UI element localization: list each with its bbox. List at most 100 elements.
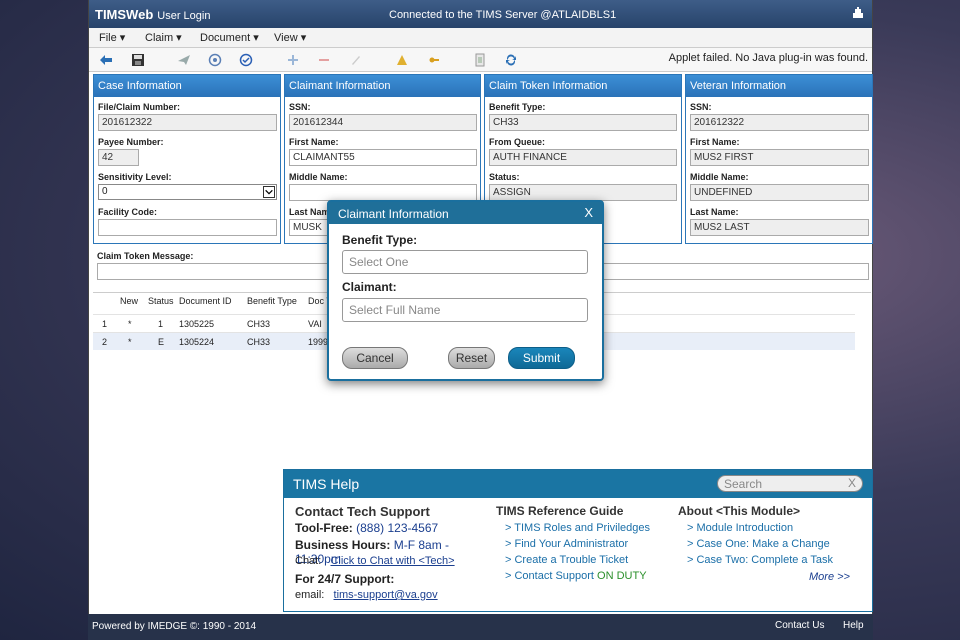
benefit-type-field[interactable]: CH33 (489, 114, 677, 131)
powered-by: Powered by IMEDGE ©: 1990 - 2014 (92, 621, 257, 632)
facility-field[interactable] (98, 219, 277, 236)
close-icon[interactable]: X (584, 205, 593, 220)
chevron-down-icon[interactable] (263, 186, 275, 198)
hours-label: Business Hours: (295, 538, 391, 552)
edit-icon[interactable] (349, 53, 363, 67)
server-status: Connected to the TIMS Server @ATLAIDBLS1 (389, 9, 617, 21)
submit-button[interactable]: Submit (508, 347, 575, 369)
claimant-select[interactable]: Select Full Name (342, 298, 588, 322)
payee-field[interactable]: 42 (98, 149, 139, 166)
veteran-ssn-field[interactable]: 201612322 (690, 114, 869, 131)
sensitivity-label: Sensitivity Level: (98, 172, 172, 182)
add-icon[interactable] (286, 53, 300, 67)
row-new: * (128, 337, 132, 347)
veteran-middle-name-field[interactable]: UNDEFINED (690, 184, 869, 201)
row-number: 2 (102, 337, 108, 347)
payee-label: Payee Number: (98, 137, 164, 147)
more-link[interactable]: More >> (809, 571, 850, 583)
file-claim-field[interactable]: 201612322 (98, 114, 277, 131)
app-brand: TIMSWeb User Login (95, 7, 210, 22)
search-placeholder: Search (724, 477, 763, 491)
remove-icon[interactable] (317, 53, 331, 67)
sync-icon[interactable] (504, 53, 518, 67)
sensitivity-select[interactable]: 0 (98, 184, 277, 200)
link-trouble-ticket[interactable]: > Create a Trouble Ticket (505, 554, 676, 570)
link-module-introduction[interactable]: > Module Introduction (687, 522, 868, 538)
middle-name-label: Middle Name: (690, 172, 749, 182)
contact-us-link[interactable]: Contact Us (775, 620, 824, 631)
back-arrow-icon[interactable] (99, 53, 113, 67)
server-icon[interactable] (852, 7, 864, 19)
claimant-first-name-field[interactable]: CLAIMANT55 (289, 149, 477, 166)
facility-label: Facility Code: (98, 207, 158, 217)
link-administrator[interactable]: > Find Your Administrator (505, 538, 676, 554)
reset-button[interactable]: Reset (448, 347, 495, 369)
link-contact-support[interactable]: > Contact Support (505, 570, 594, 582)
file-claim-label: File/Claim Number: (98, 102, 181, 112)
panel-title: Case Information (94, 75, 280, 97)
case-information-panel: Case Information File/Claim Number: 2016… (93, 74, 281, 244)
row-new: * (128, 319, 132, 329)
cancel-button[interactable]: Cancel (342, 347, 408, 369)
key-icon[interactable] (427, 53, 441, 67)
document-icon[interactable] (473, 53, 487, 67)
sensitivity-value: 0 (102, 186, 108, 197)
veteran-information-panel: Veteran Information SSN: 201612322 First… (685, 74, 873, 244)
row-number: 1 (102, 319, 108, 329)
claimant-middle-name-field[interactable] (289, 184, 477, 201)
link-case-one[interactable]: > Case One: Make a Change (687, 538, 868, 554)
contact-heading: Contact Tech Support (295, 504, 430, 519)
benefit-type-select[interactable]: Select One (342, 250, 588, 274)
menu-document[interactable]: Document ▾ (200, 31, 259, 44)
status-field[interactable]: ASSIGN (489, 184, 677, 201)
email-link[interactable]: tims-support@va.gov (334, 589, 438, 601)
claimant-label: Claimant: (342, 280, 397, 294)
tollfree-label: Tool-Free: (295, 521, 353, 535)
send-icon[interactable] (177, 53, 191, 67)
footer: Powered by IMEDGE ©: 1990 - 2014 Contact… (88, 614, 873, 640)
veteran-last-name-field[interactable]: MUS2 LAST (690, 219, 869, 236)
menu-claim[interactable]: Claim ▾ (145, 31, 182, 44)
from-queue-label: From Queue: (489, 137, 546, 147)
toolbar: Applet failed. No Java plug-in was found… (89, 48, 872, 72)
menu-view[interactable]: View ▾ (274, 31, 306, 44)
refresh-circle-icon[interactable] (208, 53, 222, 67)
claim-token-message-label: Claim Token Message: (97, 251, 194, 261)
brand-name: TIMSWeb (95, 7, 154, 22)
title-bar: TIMSWeb User Login Connected to the TIMS … (89, 0, 872, 28)
chat-link[interactable]: Click to Chat with <Tech> (330, 555, 454, 567)
benefit-type-label: Benefit Type: (342, 233, 418, 247)
clear-search-icon[interactable]: X (848, 476, 856, 490)
veteran-first-name-field[interactable]: MUS2 FIRST (690, 149, 869, 166)
claimant-information-dialog: Claimant Information X Benefit Type: Sel… (327, 200, 604, 381)
column-header-document-id[interactable]: Document ID (179, 296, 232, 306)
column-header-benefit-type[interactable]: Benefit Type (247, 296, 297, 306)
first-name-label: First Name: (289, 137, 339, 147)
ssn-label: SSN: (690, 102, 712, 112)
column-header-status[interactable]: Status (148, 296, 174, 306)
column-header-new[interactable]: New (120, 296, 138, 306)
link-roles[interactable]: > TIMS Roles and Priviledges (505, 522, 676, 538)
contact-support-column: Contact Tech Support Tool-Free: (888) 12… (295, 504, 495, 605)
on-duty-status: ON DUTY (597, 570, 647, 582)
help-link[interactable]: Help (843, 620, 864, 631)
row-benefit-type: CH33 (247, 319, 271, 329)
check-circle-icon[interactable] (239, 53, 253, 67)
email-label: email: (295, 589, 325, 601)
help-search-input[interactable]: Search X (717, 475, 863, 492)
ssn-label: SSN: (289, 102, 311, 112)
save-icon[interactable] (131, 53, 145, 67)
last-name-label: Last Name: (690, 207, 739, 217)
claimant-ssn-field[interactable]: 201612344 (289, 114, 477, 131)
menu-file[interactable]: File ▾ (99, 31, 125, 44)
from-queue-field[interactable]: AUTH FINANCE (489, 149, 677, 166)
row-doc-type: 1999 (308, 337, 329, 347)
about-module-column: About <This Module> > Module Introductio… (678, 504, 868, 570)
brand-subtitle: User Login (157, 10, 211, 22)
warning-icon[interactable] (395, 53, 409, 67)
benefit-type-label: Benefit Type: (489, 102, 546, 112)
chat-label: Chat: (295, 555, 322, 567)
panel-title: Claimant Information (285, 75, 480, 97)
link-case-two[interactable]: > Case Two: Complete a Task (687, 554, 868, 570)
reference-heading: TIMS Reference Guide (496, 504, 624, 518)
